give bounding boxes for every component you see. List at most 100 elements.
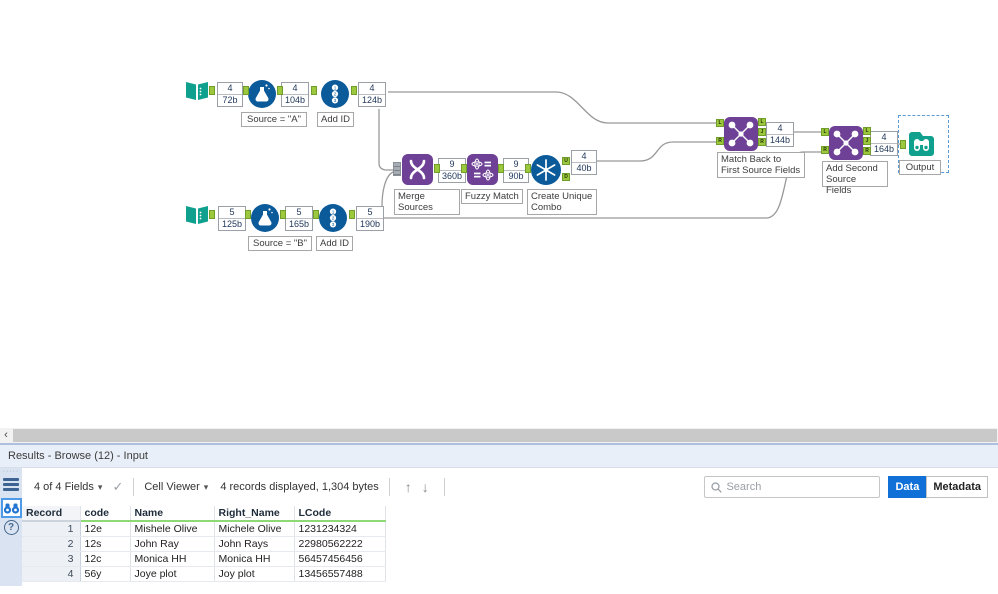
join1-output-anchor-j[interactable]: J	[758, 128, 766, 136]
tool-annotation[interactable]: 4 164b	[870, 131, 899, 156]
output-anchor[interactable]	[280, 210, 286, 219]
table-row[interactable]: 4 56y Joye plot Joy plot 13456557488	[22, 566, 386, 582]
unique-output-anchor-d[interactable]: D	[562, 173, 570, 181]
column-header-lcode[interactable]: LCode	[294, 506, 386, 522]
cell-viewer-dropdown[interactable]: Cell Viewer ▾	[144, 481, 208, 493]
cell[interactable]: Joy plot	[214, 566, 295, 582]
output-anchor[interactable]	[277, 86, 283, 95]
record-number-cell[interactable]: 2	[22, 536, 81, 552]
svg-text:3: 3	[334, 98, 337, 103]
cell[interactable]: 12c	[80, 551, 131, 567]
column-header-right-name[interactable]: Right_Name	[214, 506, 295, 522]
output-anchor[interactable]	[434, 164, 440, 173]
cell[interactable]: 56y	[80, 566, 131, 582]
tool-annotation[interactable]: 4 104b	[281, 82, 310, 107]
scrollbar-thumb[interactable]	[13, 429, 997, 442]
cell[interactable]: Michele Olive	[214, 521, 295, 537]
input-anchor[interactable]	[313, 210, 319, 219]
cell[interactable]: John Ray	[130, 536, 215, 552]
column-header-code[interactable]: code	[80, 506, 131, 522]
apply-check-icon[interactable]: ✓	[112, 479, 123, 495]
workflow-canvas[interactable]: 4 72b 4 104b 1 2 3 4 124b Source = "A" A…	[0, 0, 998, 428]
tool-annotation[interactable]: 5 125b	[218, 206, 247, 231]
search-box[interactable]	[704, 476, 881, 498]
union-input-anchor[interactable]	[393, 162, 401, 176]
tool-annotation[interactable]: 4 40b	[571, 150, 597, 175]
join1-output-anchor-r[interactable]: R	[758, 138, 766, 146]
join2-input-anchor-r[interactable]: R	[821, 146, 829, 154]
search-icon	[711, 481, 723, 493]
join1-input-anchor-r[interactable]: R	[716, 137, 724, 145]
column-header-name[interactable]: Name	[130, 506, 215, 522]
cell[interactable]: Joye plot	[130, 566, 215, 582]
config-view-button[interactable]	[1, 477, 21, 496]
cell[interactable]: 22980562222	[294, 536, 386, 552]
output-anchor[interactable]	[209, 86, 215, 95]
cell[interactable]: 12s	[80, 536, 131, 552]
join2-input-anchor-l[interactable]: L	[821, 128, 829, 136]
output-anchor[interactable]	[498, 164, 504, 173]
fields-dropdown[interactable]: 4 of 4 Fields ▾ ✓	[34, 479, 123, 495]
cell[interactable]: John Rays	[214, 536, 295, 552]
tool-annotation[interactable]: 4 144b	[766, 122, 795, 147]
table-row[interactable]: 2 12s John Ray John Rays 22980562222	[22, 536, 386, 552]
toolbar-divider	[388, 478, 390, 496]
output-anchor[interactable]	[351, 86, 357, 95]
join-tool-1[interactable]	[724, 117, 758, 156]
formula-tool-b[interactable]	[251, 204, 279, 237]
input-anchor[interactable]	[900, 140, 906, 149]
join2-output-anchor-l[interactable]: L	[863, 127, 871, 135]
cell[interactable]: 12e	[80, 521, 131, 537]
cell[interactable]: Monica HH	[130, 551, 215, 567]
record-number-cell[interactable]: 4	[22, 566, 81, 582]
table-row[interactable]: 3 12c Monica HH Monica HH 56457456456	[22, 551, 386, 567]
output-anchor[interactable]	[209, 210, 215, 219]
cell[interactable]: 56457456456	[294, 551, 386, 567]
browse-tool[interactable]	[906, 128, 937, 164]
cell[interactable]: 13456557488	[294, 566, 386, 582]
help-button[interactable]: ?	[1, 520, 21, 539]
table-row[interactable]: 1 12e Mishele Olive Michele Olive 123123…	[22, 521, 386, 537]
search-input[interactable]	[726, 481, 867, 493]
scroll-down-button[interactable]: ↓	[417, 479, 434, 495]
tab-data[interactable]: Data	[888, 476, 927, 498]
join1-input-anchor-l[interactable]: L	[716, 119, 724, 127]
input-tool-b[interactable]	[184, 202, 210, 233]
join2-output-anchor-r[interactable]: R	[863, 147, 871, 155]
tab-metadata[interactable]: Metadata	[926, 476, 988, 498]
record-number-cell[interactable]: 3	[22, 551, 81, 567]
recordid-tool-b[interactable]: 1 2 3	[319, 204, 347, 237]
join2-output-anchor-j[interactable]: J	[863, 137, 871, 145]
browse-view-button[interactable]	[0, 498, 22, 518]
union-tool[interactable]	[402, 154, 433, 190]
cell[interactable]: 1231234324	[294, 521, 386, 537]
input-anchor[interactable]	[461, 164, 467, 173]
scroll-up-button[interactable]: ↑	[400, 479, 417, 495]
input-anchor[interactable]	[525, 164, 531, 173]
recordid-tool-a[interactable]: 1 2 3	[321, 80, 349, 113]
tool-annotation[interactable]: 4 72b	[217, 82, 243, 107]
record-number-cell[interactable]: 1	[22, 521, 81, 537]
cell[interactable]: Monica HH	[214, 551, 295, 567]
tool-annotation[interactable]: 5 190b	[356, 206, 385, 231]
fuzzy-match-icon	[467, 154, 498, 185]
tool-annotation[interactable]: 5 165b	[285, 206, 314, 231]
input-tool-a[interactable]	[184, 78, 210, 109]
tool-annotation[interactable]: 4 124b	[358, 82, 387, 107]
join-tool-2[interactable]	[829, 126, 863, 165]
scroll-left-icon[interactable]: ‹	[0, 428, 12, 443]
output-anchor[interactable]	[349, 210, 355, 219]
input-anchor[interactable]	[311, 86, 317, 95]
column-header-record[interactable]: Record	[22, 506, 81, 522]
unique-output-anchor-u[interactable]: U	[562, 157, 570, 165]
join1-output-anchor-l[interactable]: L	[758, 118, 766, 126]
formula-tool-a[interactable]	[248, 80, 276, 113]
input-anchor[interactable]	[243, 86, 249, 95]
fuzzy-match-tool[interactable]	[467, 154, 498, 190]
drag-handle-icon[interactable]: ·····	[0, 468, 22, 476]
canvas-horizontal-scrollbar[interactable]: ‹	[0, 428, 998, 443]
svg-text:1: 1	[332, 209, 335, 214]
unique-tool[interactable]	[531, 155, 561, 190]
input-anchor[interactable]	[245, 210, 251, 219]
cell[interactable]: Mishele Olive	[130, 521, 215, 537]
